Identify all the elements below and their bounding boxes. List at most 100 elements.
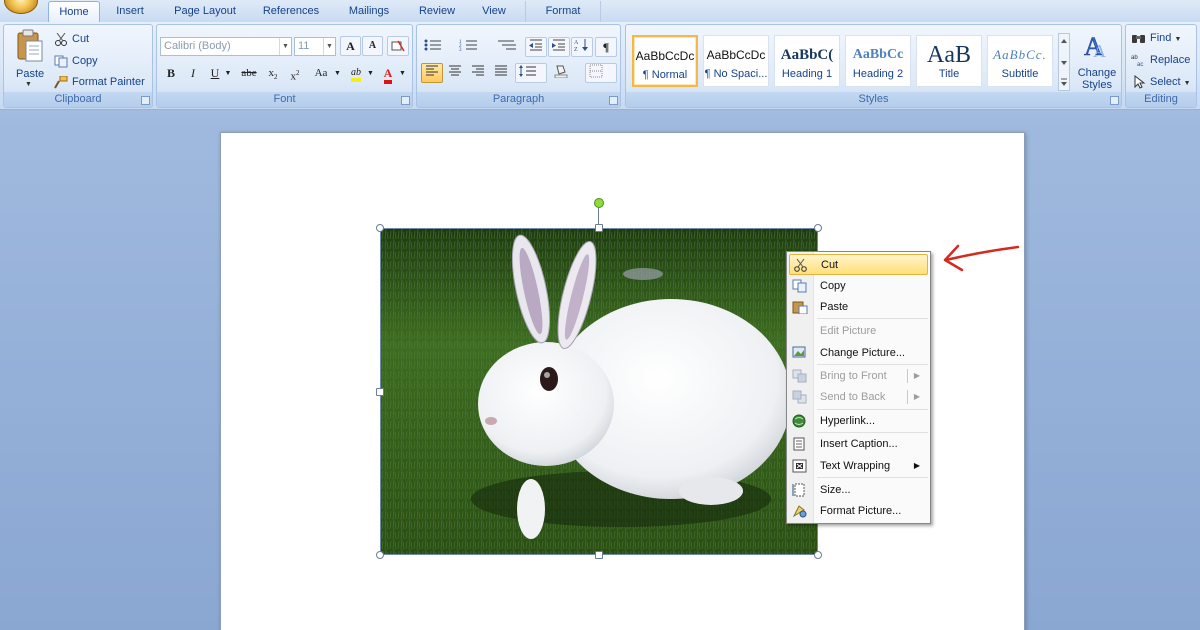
increase-indent-icon[interactable] [548,37,570,57]
chevron-down-icon[interactable]: ▼ [279,38,291,55]
menu-item-insert-caption[interactable]: Insert Caption... [789,434,928,455]
shrink-font-button[interactable]: A [362,36,383,56]
replace-button[interactable]: Replace [1150,54,1190,66]
menu-separator [817,409,928,410]
borders-icon[interactable] [585,63,617,83]
font-size-combo[interactable]: 11 ▼ [294,37,336,56]
show-marks-button[interactable]: ¶ [595,37,617,57]
tab-page-layout[interactable]: Page Layout [164,1,246,22]
align-left-icon[interactable] [421,63,443,83]
line-spacing-icon[interactable] [515,63,547,83]
style-sample: AaBbCc. [993,47,1047,62]
menu-item-label: Copy [820,280,846,292]
font-color-button[interactable]: A [377,63,399,84]
align-right-icon[interactable] [467,63,489,83]
font-dialog-launcher[interactable] [401,96,410,105]
rabbit-picture[interactable] [380,228,818,555]
styles-group: AaBbCcDc ¶ Normal AaBbCcDc ¶ No Spaci...… [625,24,1122,108]
style-normal[interactable]: AaBbCcDc ¶ Normal [632,35,698,87]
superscript-button[interactable]: x2 [285,63,305,83]
clipboard-dialog-launcher[interactable] [141,96,150,105]
tab-home[interactable]: Home [48,1,100,22]
paste-icon[interactable] [14,29,44,63]
sort-icon[interactable]: AZ [571,37,593,57]
paste-dropdown-icon[interactable]: ▼ [25,81,32,88]
change-case-dropdown-icon[interactable]: ▼ [333,63,341,83]
font-name-combo[interactable]: Calibri (Body) ▼ [160,37,292,56]
menu-item-change-picture[interactable]: Change Picture... [789,343,928,364]
paste-button[interactable]: Paste [16,68,44,80]
font-color-dropdown-icon[interactable]: ▼ [398,63,407,83]
rotation-handle[interactable] [594,198,604,208]
numbering-icon[interactable]: 123 [457,37,481,57]
copy-button[interactable]: Copy [72,55,98,67]
italic-button[interactable]: I [183,63,203,83]
resize-handle-left[interactable] [376,388,384,396]
strikethrough-button[interactable]: abe [237,63,261,83]
resize-handle-top-right[interactable] [814,224,822,232]
ribbon: Paste ▼ Cut Copy Format Painter Clipboar… [0,22,1200,110]
change-styles-button[interactable]: Change Styles [1075,67,1119,91]
align-center-icon[interactable] [444,63,466,83]
menu-item-send-to-back[interactable]: Send to Back ▶ [789,387,928,408]
resize-handle-bottom[interactable] [595,551,603,559]
menu-item-bring-to-front[interactable]: Bring to Front ▶ [789,366,928,387]
tab-insert[interactable]: Insert [108,1,152,22]
menu-item-text-wrapping[interactable]: Text Wrapping ▶ [789,456,928,477]
multilevel-list-icon[interactable] [493,37,521,57]
tab-format[interactable]: Format [525,1,601,22]
clear-formatting-icon[interactable] [387,36,409,56]
copy-icon [54,55,68,68]
highlight-button[interactable]: ab [345,63,367,83]
shading-icon[interactable] [551,63,579,83]
bullets-icon[interactable] [421,37,445,57]
subscript-button[interactable]: x2 [263,63,283,83]
scissors-icon [54,32,68,46]
tab-view[interactable]: View [472,1,516,22]
format-painter-button[interactable]: Format Painter [72,76,145,88]
size-icon [792,483,808,497]
menu-item-paste[interactable]: Paste [789,297,928,318]
justify-icon[interactable] [490,63,512,83]
format-picture-icon [792,504,808,518]
highlight-dropdown-icon[interactable]: ▼ [366,63,375,83]
menu-item-cut[interactable]: Cut [789,254,928,275]
style-no-spacing[interactable]: AaBbCcDc ¶ No Spaci... [703,35,769,87]
format-painter-icon [54,75,68,89]
office-button-icon[interactable] [4,0,38,14]
find-button[interactable]: Find ▼ [1150,32,1181,44]
style-title[interactable]: AaB Title [916,35,982,87]
ribbon-tab-bar: Home Insert Page Layout References Maili… [0,0,1200,22]
underline-dropdown-icon[interactable]: ▼ [223,63,233,83]
split-separator [907,369,908,383]
tab-mailings[interactable]: Mailings [338,1,400,22]
menu-item-hyperlink[interactable]: Hyperlink... [789,411,928,432]
bold-button[interactable]: B [161,63,181,83]
grow-font-button[interactable]: A [340,36,361,56]
menu-item-size[interactable]: Size... [789,480,928,501]
resize-handle-top-left[interactable] [376,224,384,232]
styles-dialog-launcher[interactable] [1110,96,1119,105]
style-heading-1[interactable]: AaBbC( Heading 1 [774,35,840,87]
change-case-button[interactable]: Aa [309,63,333,83]
style-label: Heading 1 [781,68,833,80]
change-styles-icon[interactable]: AA [1082,31,1112,62]
styles-scroll-icon[interactable] [1058,33,1070,91]
decrease-indent-icon[interactable] [525,37,547,57]
menu-item-edit-picture[interactable]: Edit Picture [789,321,928,342]
resize-handle-bottom-left[interactable] [376,551,384,559]
style-heading-2[interactable]: AaBbCc Heading 2 [845,35,911,87]
resize-handle-bottom-right[interactable] [814,551,822,559]
select-button[interactable]: Select ▼ [1150,76,1191,88]
resize-handle-top[interactable] [595,224,603,232]
underline-button[interactable]: U [205,63,225,83]
cut-button[interactable]: Cut [72,33,89,45]
menu-item-copy[interactable]: Copy [789,276,928,297]
tab-references[interactable]: References [256,1,326,22]
style-subtitle[interactable]: AaBbCc. Subtitle [987,35,1053,87]
tab-review[interactable]: Review [410,1,464,22]
chevron-down-icon[interactable]: ▼ [323,38,335,55]
svg-text:3: 3 [459,48,462,52]
paragraph-dialog-launcher[interactable] [609,96,618,105]
menu-item-format-picture[interactable]: Format Picture... [789,501,928,522]
